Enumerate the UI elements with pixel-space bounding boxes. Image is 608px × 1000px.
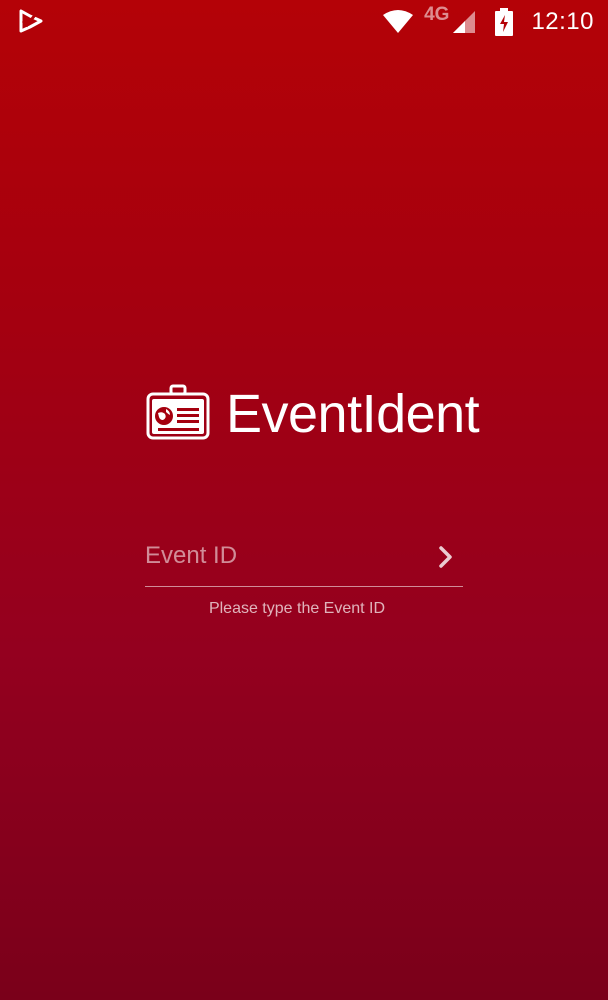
cell-signal-icon [453,11,476,33]
app-screen: 4G 12:10 EventIdent Event ID Please type… [0,0,608,1000]
app-logo: EventIdent [146,384,480,444]
chevron-right-icon [439,546,452,568]
wifi-icon [383,10,414,33]
app-notification-icon [19,9,43,33]
battery-charging-icon [495,8,514,36]
event-id-input[interactable] [145,536,425,576]
status-icons: 4G 12:10 [382,0,594,44]
event-id-field [145,528,463,587]
submit-event-id-button[interactable] [433,542,459,572]
event-id-helper-text: Please type the Event ID [208,600,386,617]
clock: 12:10 [531,8,594,35]
network-type-label: 4G [424,4,450,25]
status-bar: 4G 12:10 [0,0,608,44]
id-badge-icon [146,384,210,440]
brand-name: EventIdent [226,384,480,444]
